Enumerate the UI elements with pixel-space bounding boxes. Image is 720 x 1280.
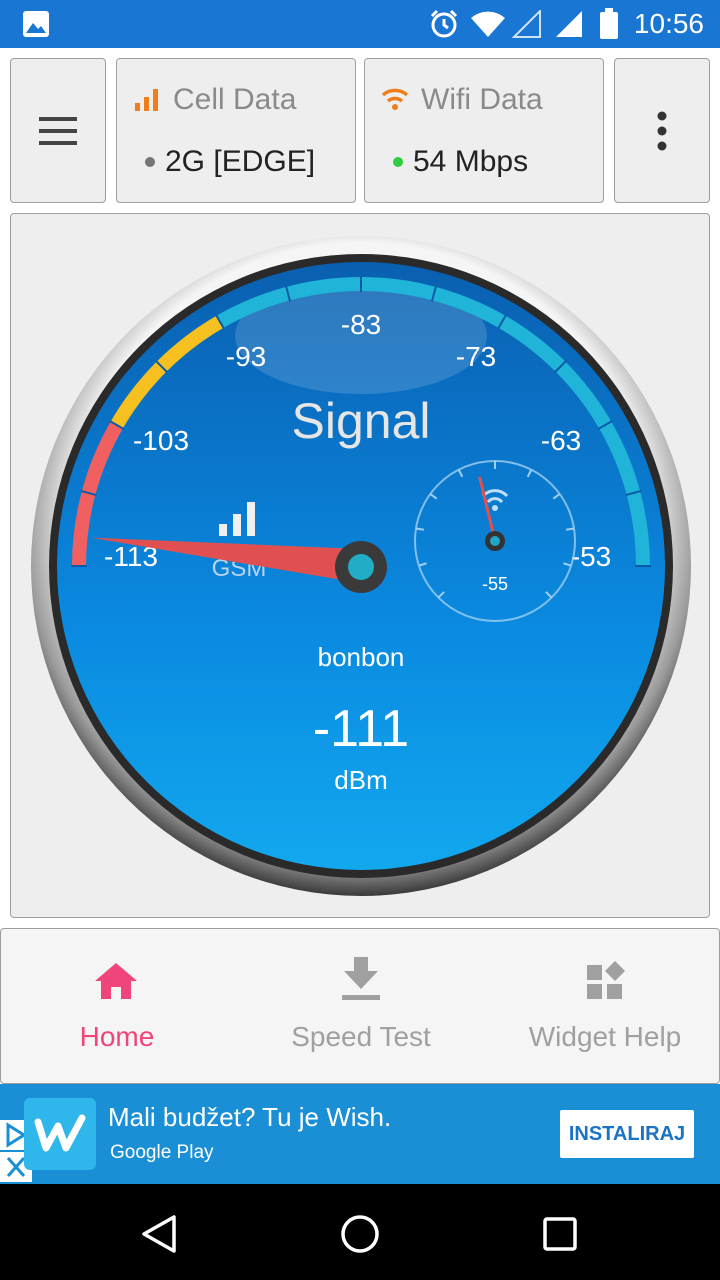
hamburger-menu-icon — [39, 117, 77, 145]
bottom-navigation: Home Speed Test Widget Help — [0, 928, 720, 1084]
tick-label-93: -93 — [226, 341, 266, 372]
ad-install-button[interactable]: INSTALIRAJ — [560, 1110, 694, 1158]
signal-unit: dBm — [334, 765, 387, 795]
tick-label-103: -103 — [133, 425, 189, 456]
cell-bars-icon — [135, 89, 158, 111]
tick-label-53: -53 — [571, 541, 611, 572]
download-icon — [342, 957, 380, 1000]
tick-label-73: -73 — [456, 341, 496, 372]
network-name: bonbon — [318, 642, 405, 672]
wifi-icon — [471, 11, 505, 37]
home-icon — [95, 963, 137, 999]
signal-gauge: Signal -113 -103 -93 -83 -73 -63 -53 GSM… — [31, 236, 691, 896]
ad-title: Mali budžet? Tu je Wish. — [108, 1102, 392, 1132]
clock: 10:56 — [633, 8, 704, 39]
wish-logo-icon — [24, 1098, 96, 1170]
cell-data-card[interactable]: Cell Data 2G [EDGE] — [116, 58, 356, 203]
nav-home[interactable]: Home — [0, 929, 237, 1085]
battery-icon — [600, 8, 618, 39]
wifi-data-value: 54 Mbps — [413, 145, 529, 178]
gauge-title: Signal — [292, 393, 431, 449]
signal-gauge-card: Signal -113 -103 -93 -83 -73 -63 -53 GSM… — [10, 213, 710, 918]
nav-speed-test-label: Speed Test — [291, 1021, 431, 1052]
cell-data-value: 2G [EDGE] — [165, 145, 316, 178]
sub-gauge-tick — [415, 527, 425, 531]
tick-label-83: -83 — [341, 309, 381, 340]
home-circle-icon[interactable] — [340, 1214, 380, 1254]
nav-widget-help-label: Widget Help — [528, 1021, 682, 1052]
sub-gauge-tick — [565, 527, 575, 531]
cell-signal-icon — [556, 11, 582, 37]
system-navigation-bar — [0, 1184, 720, 1280]
more-vert-icon — [657, 111, 667, 151]
ad-subtitle: Google Play — [110, 1142, 214, 1163]
status-bar: 10:56 — [0, 0, 720, 48]
nav-widget-help[interactable]: Widget Help — [485, 929, 720, 1085]
ad-banner[interactable]: Mali budžet? Tu je Wish. Google Play INS… — [0, 1084, 720, 1184]
image-icon — [23, 11, 49, 37]
wifi-data-card[interactable]: Wifi Data 54 Mbps — [364, 58, 604, 203]
wifi-data-title: Wifi Data — [421, 83, 543, 116]
nav-speed-test[interactable]: Speed Test — [241, 929, 481, 1085]
alarm-icon — [430, 9, 458, 38]
signal-value: -111 — [313, 700, 409, 758]
overflow-menu-button[interactable] — [614, 58, 710, 203]
cell-signal-icon — [512, 10, 541, 38]
cell-status-dot — [145, 157, 155, 167]
nav-home-label: Home — [79, 1021, 155, 1052]
tick-label-63: -63 — [541, 425, 581, 456]
widgets-icon — [587, 961, 625, 999]
sub-gauge-value: -55 — [482, 574, 508, 594]
wifi-status-dot — [393, 157, 403, 167]
recents-icon[interactable] — [542, 1216, 578, 1252]
cell-data-title: Cell Data — [173, 83, 297, 116]
menu-button[interactable] — [10, 58, 106, 203]
wifi-icon — [381, 88, 409, 110]
back-icon[interactable] — [140, 1214, 180, 1254]
